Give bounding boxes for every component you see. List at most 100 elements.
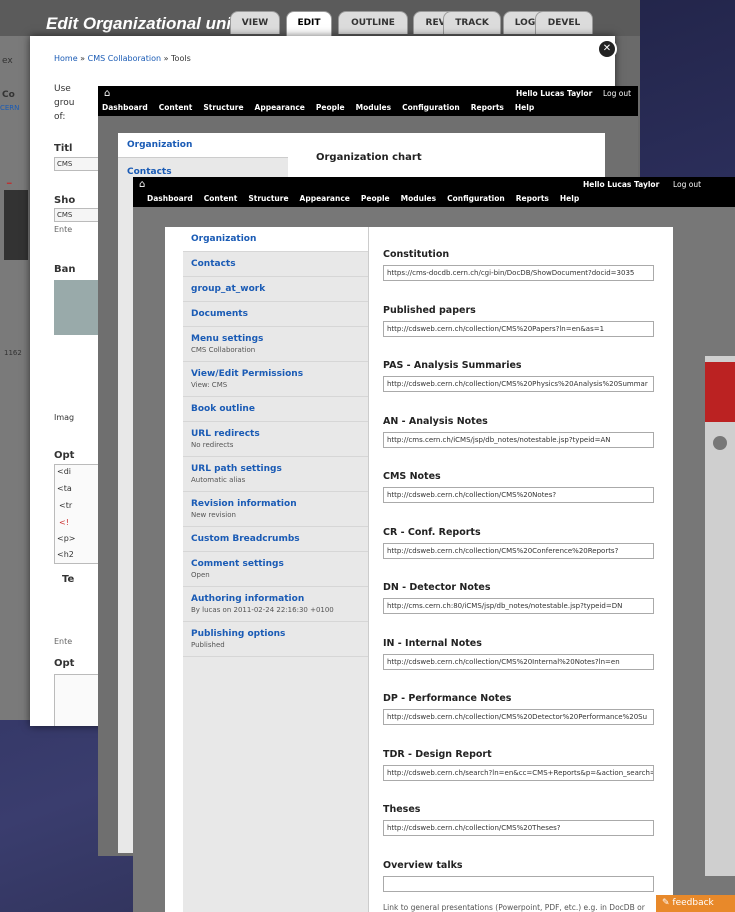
user-name[interactable]: Lucas Taylor [607,180,659,189]
sidebar-item-label: View/Edit Permissions [191,369,304,379]
sidebar-item-summary: View: CMS [191,381,228,389]
sidebar-item[interactable]: Comment settings Open [183,552,368,587]
url-input[interactable] [383,875,654,892]
code-line: <h2 [57,550,74,559]
ghost-image [4,190,28,260]
code-line: <di [57,467,72,476]
sidebar-item-label: URL redirects [191,429,260,439]
nav-content[interactable]: Content [204,194,238,203]
content-panel: Organization Contacts group_at_work Documen… [165,227,673,912]
ghost-text: ex [2,56,13,66]
nav-structure[interactable]: Structure [248,194,288,203]
code-line: <! [59,518,69,527]
field-label: Theses [383,804,421,815]
home-icon[interactable]: ⌂ [139,179,145,190]
tab-devel[interactable]: DEVEL [535,11,593,34]
nav-help[interactable]: Help [560,194,579,203]
sidebar-item-label: Organization [191,234,257,244]
nav-content[interactable]: Content [159,103,193,112]
url-input[interactable]: http://cdsweb.cern.ch/collection/CMS%20P… [383,320,654,337]
sidebar-item[interactable]: Custom Breadcrumbs [183,527,368,552]
url-input[interactable]: http://cms.cern.ch:80/iCMS/jsp/db_notes/… [383,598,654,614]
vertical-tabs: Organization Contacts group_at_work Documen… [183,227,369,912]
url-input[interactable]: http://cdsweb.cern.ch/collection/CMS%20C… [383,542,654,559]
user-greeting: Hello Lucas Taylor [583,180,659,189]
page-title: Edit Organizational unit C [46,14,254,33]
nav-reports[interactable]: Reports [471,103,504,112]
nav-configuration[interactable]: Configuration [402,103,460,112]
breadcrumb-collab[interactable]: CMS Collaboration [88,54,161,63]
sidebar-item[interactable]: URL redirects No redirects [183,422,368,457]
field-label: DP - Performance Notes [383,693,512,704]
sidebar-item[interactable]: Publishing options Published [183,622,368,657]
sidebar-item[interactable]: Contacts [183,252,368,277]
sidebar-item-contacts[interactable]: Contacts [127,167,172,177]
code-line: <p> [57,534,76,543]
nav-dashboard[interactable]: Dashboard [102,103,148,112]
nav-modules[interactable]: Modules [401,194,436,203]
logout-link[interactable]: Log out [673,180,701,189]
url-input[interactable]: http://cdsweb.cern.ch/collection/CMS%20P… [383,376,654,392]
url-input[interactable]: http://cdsweb.cern.ch/collection/CMS%20D… [383,709,654,725]
home-icon[interactable]: ⌂ [104,88,110,99]
url-input[interactable]: http://cdsweb.cern.ch/collection/CMS%20I… [383,653,654,670]
user-greeting: Hello Lucas Taylor [516,89,592,98]
sidebar-item-organization[interactable]: Organization [118,133,288,158]
field-label: TDR - Design Report [383,748,492,760]
title-label: Titl [54,143,73,154]
admin-toolbar: ⌂ Dashboard Content Structure Appearance Peo… [98,86,638,116]
breadcrumb-home[interactable]: Home [54,54,78,63]
admin-toolbar: ⌂ Dashboard Content Structure Appearance Peo… [133,177,735,207]
nav-dashboard[interactable]: Dashboard [147,194,193,203]
tab-outline[interactable]: OUTLINE [338,11,408,34]
url-input[interactable]: http://cdsweb.cern.ch/search?ln=en&cc=CM… [383,764,654,781]
breadcrumb: Home » CMS Collaboration » Tools [54,54,191,63]
modal-text: grou [54,98,75,108]
sidebar-item[interactable]: Menu settings CMS Collaboration [183,327,368,362]
url-input[interactable]: http://cdsweb.cern.ch/collection/CMS%20T… [383,820,654,836]
sidebar-item[interactable]: Organization [183,227,368,252]
hello-prefix: Hello [583,180,608,189]
nav-people[interactable]: People [361,194,390,203]
tab-edit[interactable]: EDIT [286,11,332,37]
url-input[interactable]: http://cms.cern.ch/iCMS/jsp/db_notes/not… [383,431,654,448]
options-label-2: Opt [54,658,75,669]
sidebar-item[interactable]: Book outline [183,397,368,422]
feedback-button[interactable]: ✎ feedback [656,895,735,912]
sidebar-item[interactable]: Documents [183,302,368,327]
field-label: AN - Analysis Notes [383,415,488,427]
nav-appearance[interactable]: Appearance [255,103,305,112]
sidebar-item-summary: Automatic alias [191,476,246,484]
field-label: Organization chart [316,152,422,163]
close-icon[interactable]: ✕ [597,39,617,59]
nav-structure[interactable]: Structure [203,103,243,112]
field-label: Published papers [383,304,476,316]
code-line: <ta [57,484,72,493]
user-name[interactable]: Lucas Taylor [540,89,592,98]
modal-text: Use [54,84,71,94]
ghost-text: Co [2,90,15,100]
megaphone-icon: ✎ [662,898,673,908]
te-label: Te [62,574,75,585]
nav-appearance[interactable]: Appearance [300,194,350,203]
sidebar-item[interactable]: URL path settings Automatic alias [183,457,368,492]
nav-help[interactable]: Help [515,103,534,112]
nav-people[interactable]: People [316,103,345,112]
sidebar-item-summary: New revision [191,511,236,519]
sidebar-item[interactable]: View/Edit Permissions View: CMS [183,362,368,397]
nav-modules[interactable]: Modules [356,103,391,112]
sidebar-item[interactable]: Authoring information By lucas on 2011-02… [183,587,368,622]
field-label: PAS - Analysis Summaries [383,360,522,371]
nav-reports[interactable]: Reports [516,194,549,203]
code-line: <tr [59,501,73,510]
ghost-text: CERN [0,104,20,112]
url-input[interactable]: https://cms-docdb.cern.ch/cgi-bin/DocDB/… [383,265,654,281]
sidebar-item[interactable]: group_at_work [183,277,368,302]
tab-view[interactable]: VIEW [230,11,280,34]
nav-configuration[interactable]: Configuration [447,194,505,203]
admin-nav: Dashboard Content Structure Appearance Peopl… [147,194,590,203]
logout-link[interactable]: Log out [603,89,631,98]
url-input[interactable]: http://cdsweb.cern.ch/collection/CMS%20N… [383,487,654,503]
tab-track[interactable]: TRACK [443,11,501,34]
sidebar-item[interactable]: Revision information New revision [183,492,368,527]
